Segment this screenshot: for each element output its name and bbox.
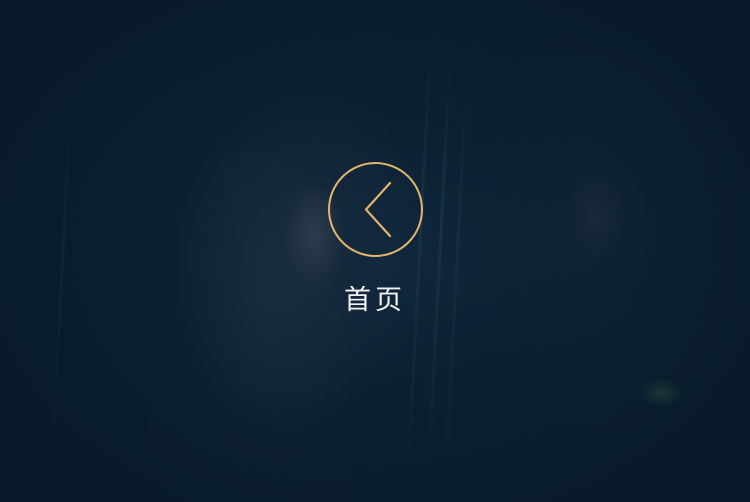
home-button[interactable]: 首页 <box>325 162 425 317</box>
home-label[interactable]: 首页 <box>325 285 425 317</box>
chevron-left-icon <box>364 181 391 238</box>
back-circle[interactable] <box>327 162 423 257</box>
